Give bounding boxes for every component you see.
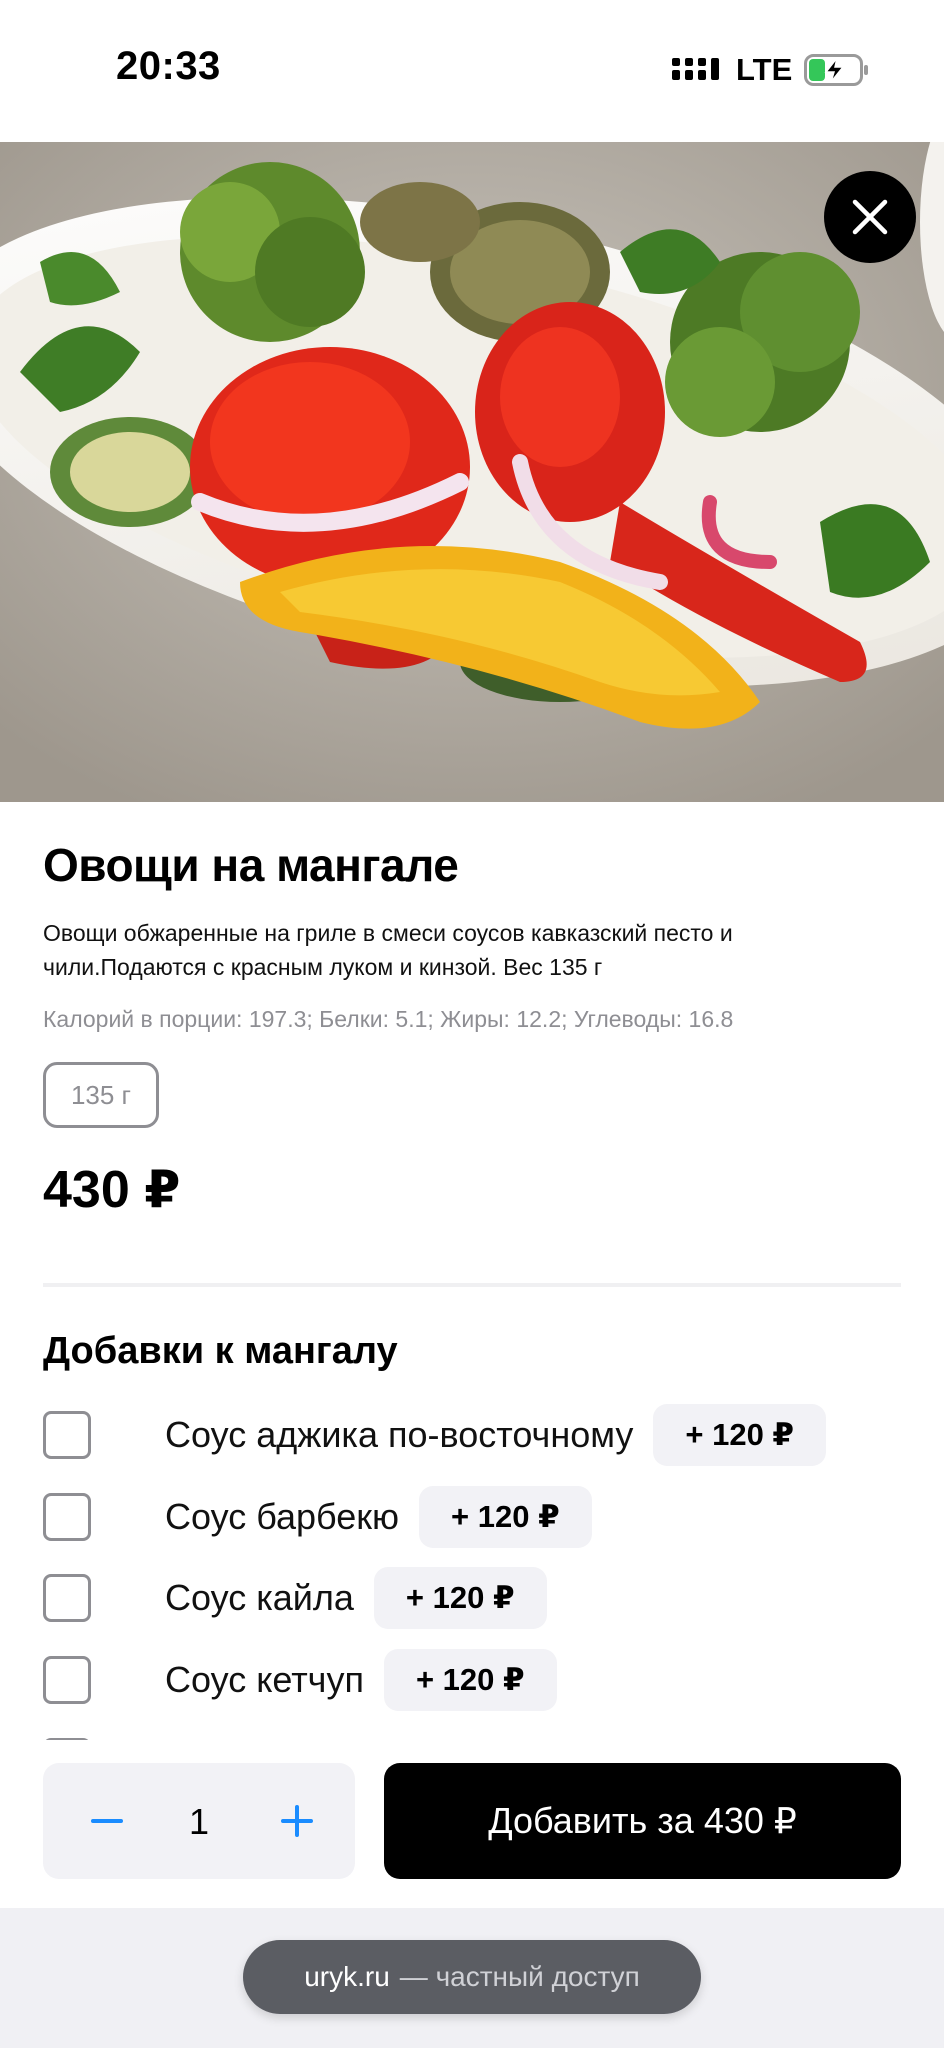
addon-name: Соус кайла xyxy=(165,1577,354,1618)
minus-icon xyxy=(91,1819,123,1823)
quantity-stepper: 1 xyxy=(43,1763,355,1879)
addon-row[interactable]: Соус барбекю + 120 ₽ xyxy=(43,1486,592,1548)
plus-icon xyxy=(281,1805,313,1837)
weight-option-chip[interactable]: 135 г xyxy=(43,1062,159,1128)
status-time: 20:33 xyxy=(116,44,221,88)
add-to-cart-button[interactable]: Добавить за 430 ₽ xyxy=(384,1763,901,1879)
addon-price-badge: + 120 ₽ xyxy=(383,1649,557,1711)
addons-section-title: Добавки к мангалу xyxy=(43,1330,398,1372)
addon-checkbox[interactable] xyxy=(43,1411,91,1459)
dish-price: 430 ₽ xyxy=(43,1161,181,1219)
addon-checkbox[interactable] xyxy=(43,1493,91,1541)
dish-detail-page: 20:33 LTE Овощи на мангале Овощи обжарен… xyxy=(0,0,944,2048)
dish-description: Овощи обжаренные на гриле в смеси соусов… xyxy=(43,920,733,980)
addon-name: Соус аджика по-восточному xyxy=(165,1414,634,1455)
battery-charging-icon xyxy=(804,54,868,86)
url-access-note: — частный доступ xyxy=(399,1961,640,1992)
close-button[interactable] xyxy=(824,171,916,263)
close-icon xyxy=(852,199,888,235)
addon-name: Соус барбекю xyxy=(165,1496,400,1537)
status-bar: 20:33 LTE xyxy=(0,0,944,142)
url-domain: uryk.ru xyxy=(304,1961,390,1992)
dish-title: Овощи на мангале xyxy=(43,839,459,891)
network-type: LTE xyxy=(736,52,793,87)
addon-price-badge: + 120 ₽ xyxy=(653,1404,826,1466)
addon-checkbox[interactable] xyxy=(43,1656,91,1704)
divider xyxy=(43,1283,901,1287)
signal-bars-icon xyxy=(672,58,719,80)
addon-row[interactable]: Соус аджика по-восточному + 120 ₽ xyxy=(43,1404,826,1466)
nutrition-info: Калорий в порции: 197.3; Белки: 5.1; Жир… xyxy=(43,1006,734,1032)
addon-name: Соус кетчуп xyxy=(165,1659,364,1700)
addon-row[interactable]: Соус кайла + 120 ₽ xyxy=(43,1567,547,1629)
addon-price-badge: + 120 ₽ xyxy=(373,1567,547,1629)
address-bar[interactable]: uryk.ru — частный доступ xyxy=(243,1940,701,2014)
decrease-quantity-button[interactable] xyxy=(87,1801,127,1841)
dish-photo xyxy=(0,142,944,802)
addon-checkbox[interactable] xyxy=(43,1574,91,1622)
increase-quantity-button[interactable] xyxy=(277,1801,317,1841)
addon-price-badge: + 120 ₽ xyxy=(419,1486,592,1548)
addon-row[interactable]: Соус кетчуп + 120 ₽ xyxy=(43,1649,557,1711)
